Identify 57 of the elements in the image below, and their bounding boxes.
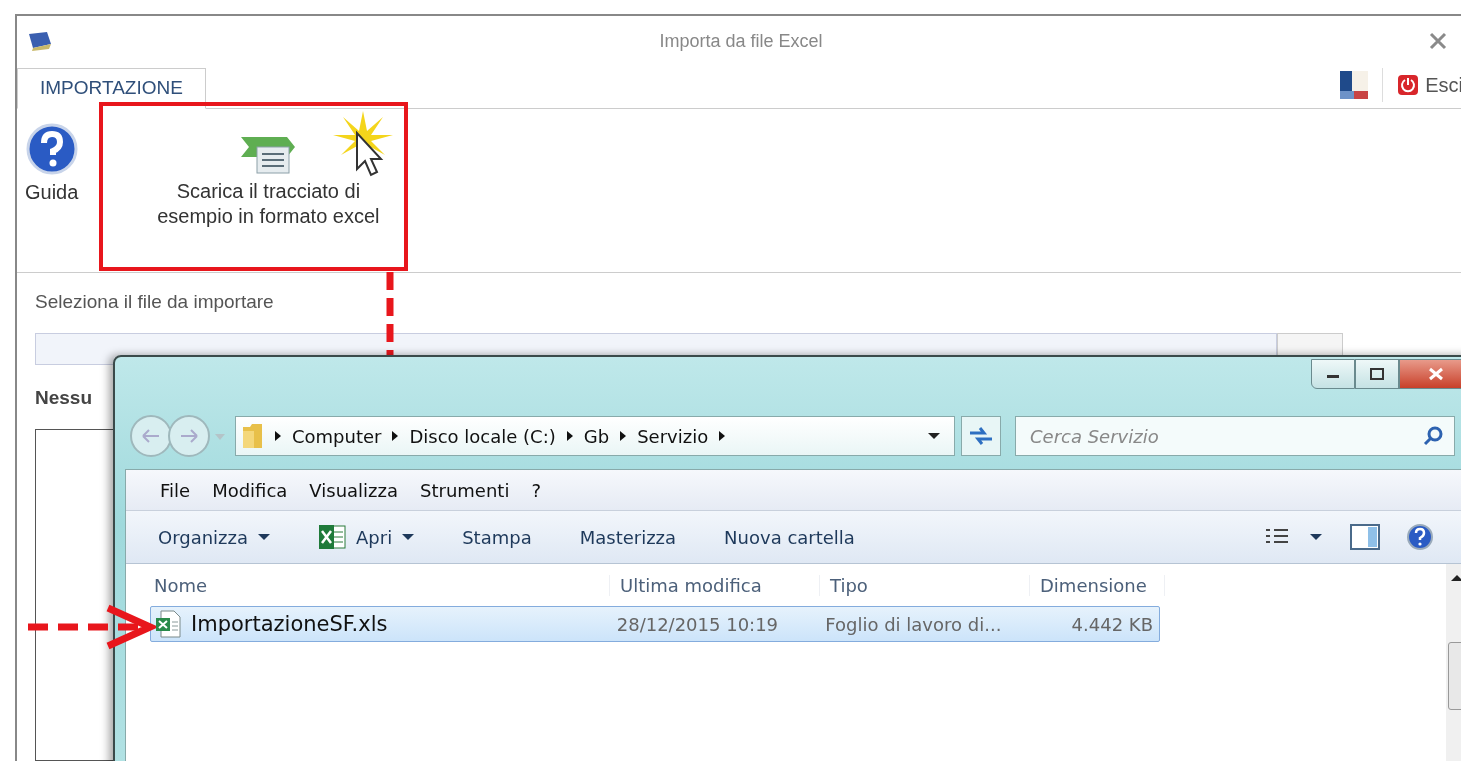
- menu-item[interactable]: File: [160, 479, 191, 501]
- maximize-button[interactable]: [1355, 359, 1399, 389]
- chevron-right-icon: [391, 430, 400, 442]
- help-button[interactable]: Guida: [25, 123, 79, 204]
- spreadsheet-file-icon: [155, 610, 181, 638]
- power-icon: [1397, 74, 1420, 96]
- help-icon: [25, 123, 78, 175]
- help-icon[interactable]: [1406, 523, 1434, 551]
- caret-icon[interactable]: [928, 432, 940, 440]
- toolbar-button[interactable]: Masterizza: [579, 526, 677, 548]
- ribbon-tab[interactable]: IMPORTAZIONE: [17, 68, 206, 109]
- file-size: 4.442 KB: [1070, 613, 1154, 635]
- chevron-right-icon: [274, 430, 282, 442]
- column-header[interactable]: Nome: [150, 574, 610, 596]
- folder-icon: [242, 423, 264, 449]
- maximize-icon: [1370, 368, 1384, 380]
- list-template-icon: [239, 135, 298, 175]
- minimize-button[interactable]: [1311, 359, 1355, 389]
- refresh-icon: [968, 425, 994, 447]
- flag-icon[interactable]: [1340, 71, 1369, 99]
- app-icon: [27, 30, 53, 52]
- menu-item[interactable]: Strumenti: [420, 479, 510, 501]
- toolbar-button[interactable]: Organizza: [158, 526, 271, 548]
- menu-item[interactable]: ?: [531, 479, 541, 501]
- breadcrumb-item[interactable]: Servizio: [637, 425, 709, 447]
- file-status-text: Nessu: [35, 387, 94, 409]
- breadcrumb-item[interactable]: Disco locale (C:): [409, 425, 556, 447]
- spreadsheet-icon: [318, 524, 347, 550]
- column-header[interactable]: Dimensione: [1030, 574, 1165, 596]
- close-icon: [1428, 367, 1444, 381]
- breadcrumb-item[interactable]: Computer: [292, 425, 382, 447]
- column-header[interactable]: Ultima modifica: [610, 574, 820, 596]
- exit-button[interactable]: Esci: [1397, 73, 1461, 97]
- search-icon: [1423, 426, 1443, 446]
- close-icon[interactable]: [1429, 32, 1447, 50]
- file-name: ImportazioneSF.xls: [191, 612, 388, 636]
- menu-item[interactable]: Modifica: [212, 479, 288, 501]
- chevron-right-icon: [619, 430, 628, 442]
- breadcrumb-item[interactable]: Gb: [583, 425, 610, 447]
- select-file-label: Seleziona il file da importare: [35, 291, 275, 313]
- file-row[interactable]: ImportazioneSF.xls 28/12/2015 10:19 Foglio di lavoro di... 4.442 KB: [150, 606, 1160, 642]
- address-bar[interactable]: Computer Disco locale (C:) Gb Servizio: [235, 416, 955, 456]
- toolbar-button[interactable]: Nuova cartella: [724, 526, 855, 548]
- file-type: Foglio di lavoro di...: [824, 613, 1003, 635]
- window-title: Importa da file Excel: [658, 30, 824, 52]
- column-header[interactable]: Tipo: [820, 574, 1030, 596]
- search-field[interactable]: Cerca Servizio: [1015, 416, 1455, 456]
- close-button[interactable]: [1399, 359, 1461, 389]
- toolbar-button[interactable]: Apri: [318, 524, 415, 550]
- chevron-right-icon: [718, 430, 727, 442]
- chevron-right-icon: [565, 430, 574, 442]
- scroll-up-icon: [1451, 574, 1461, 582]
- refresh-button[interactable]: [961, 416, 1001, 456]
- preview-pane-icon[interactable]: [1350, 524, 1380, 550]
- modified-date: 28/12/2015 10:19: [615, 613, 780, 635]
- toolbar-button[interactable]: Stampa: [462, 526, 532, 548]
- menu-item[interactable]: Visualizza: [309, 479, 399, 501]
